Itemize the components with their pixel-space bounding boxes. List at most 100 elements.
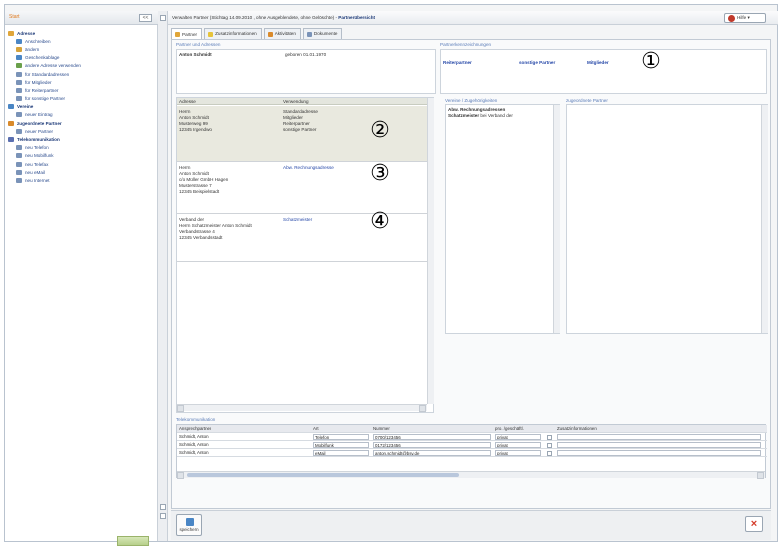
collapse-sidebar-button[interactable]: << [139,14,152,22]
zugeordnete-list [566,104,768,334]
splitter-grip-icon[interactable] [160,504,166,510]
sidebar-item-icon [16,161,22,167]
telekom-cell-typ[interactable]: privat [495,442,541,448]
telekom-row-checkbox[interactable] [547,450,552,456]
sidebar-item[interactable]: Telekommunikation [5,135,155,143]
telekom-row[interactable]: Schmidt, Anton Telefon 0700/123456 privat [177,433,767,441]
tab-2[interactable]: Aktivitäten [263,28,301,39]
telekom-cell-nr[interactable]: 0172/123456 [373,442,491,448]
vereine-item-treasurer[interactable]: Schatzmeister bei Verband der [448,113,513,118]
sidebar-item[interactable]: Adresse [5,29,155,37]
address-list-vscrollbar[interactable] [427,98,434,404]
telekom-row[interactable]: Schmidt, Anton Mobilfunk 0172/123456 privat [177,441,767,449]
partner-section-title: Partner und Adressen [176,42,221,47]
sidebar-item[interactable]: für sonstige Partner [5,95,155,103]
sidebar-item[interactable]: neu Telefax [5,160,155,168]
sidebar-item-icon [16,63,22,69]
sidebar-tree: Adresse Anschreiben ändern Geschenkablage an… [5,29,155,185]
tab-label: Partner [182,31,198,37]
kennz-link-mitglieder[interactable]: Mitglieder [587,60,609,65]
tab-1[interactable]: Zusatzinformationen [204,28,262,39]
tab-label: Zusatzinformationen [215,31,257,36]
zugeordnete-vscrollbar[interactable] [761,105,768,333]
sidebar-item[interactable]: für Mitglieder [5,78,155,86]
vereine-item-billing[interactable]: Abw. Rechnungsadressen [448,107,505,112]
sidebar-item[interactable]: neuer Partner [5,127,155,135]
sidebar-item-icon [16,153,22,159]
address-list-hscrollbar[interactable] [177,404,427,412]
sidebar-item[interactable]: für Reiterpartner [5,86,155,94]
scroll-right-icon[interactable] [419,405,426,412]
vereine-org: bei Verband der [479,113,513,118]
sidebar-item-icon [16,79,22,85]
scroll-thumb[interactable] [187,473,459,477]
telekom-row[interactable]: Schmidt, Anton eMail anton.schmidt@bsv.de p… [177,449,767,457]
kennz-link-sonstige[interactable]: sonstige Partner [519,60,555,65]
address-list: Adresse Verwendung Herrn Anton Schmidt M… [176,97,434,413]
address-usage-link[interactable]: Schatzmeister [283,217,312,223]
kennz-box: Reiterpartner sonstige Partner Mitgliede… [440,49,767,94]
save-button[interactable]: speichern [176,514,202,536]
window-title-prefix: Verwalten Partner (Stichtag 14.09.2010 ,… [172,15,339,20]
telekom-cell-art[interactable]: Mobilfunk [313,442,369,448]
telekom-table-header: Ansprechpartner Art Nummer pro. /geschäf… [177,425,767,433]
address-usage-link[interactable]: Abw. Rechnungsadresse [283,165,334,171]
sidebar-item[interactable]: neuer Eintrag [5,111,155,119]
sidebar-item[interactable]: für Standardadressen [5,70,155,78]
help-button[interactable]: Hilfe ▾ [724,13,766,23]
sidebar-item[interactable]: Vereine [5,103,155,111]
sidebar-item[interactable]: zugeordnete Partner [5,119,155,127]
sidebar-item-label: Adresse [17,30,36,36]
telekom-cell-art[interactable]: Telefon [313,434,369,440]
vereine-vscrollbar[interactable] [553,105,560,333]
sidebar-splitter[interactable] [158,11,168,541]
sidebar-item[interactable]: andere Adresse verwenden [5,62,155,70]
telekom-row-checkbox[interactable] [547,434,552,440]
help-icon [728,15,735,22]
telekom-cell-nr[interactable]: anton.schmidt@bsv.de [373,450,491,456]
scroll-left-icon[interactable] [177,472,184,479]
tab-icon [175,32,180,37]
telekom-cell-name: Schmidt, Anton [179,442,209,447]
marker-4: ④ [370,209,390,234]
sidebar-item[interactable]: neu Internet [5,176,155,184]
sidebar-item[interactable]: Anschreiben [5,37,155,45]
tab-3[interactable]: Dokumente [302,28,343,39]
sidebar-item[interactable]: neu Mobilfunk [5,152,155,160]
sidebar-item-icon [16,96,22,102]
sidebar-item-label: neu Telefax [25,161,49,167]
telekom-cell-nr[interactable]: 0700/123456 [373,434,491,440]
kennz-link-reiterpartner[interactable]: Reiterpartner [443,60,472,65]
kennz-section-title: Partnerkennzeichnungen [440,42,492,47]
marker-3: ③ [370,161,390,186]
sidebar-item-label: für sonstige Partner [25,96,66,102]
telekom-hscrollbar[interactable] [177,471,765,479]
address-usage: Standardadresse Mitglieder Reiterpartner… [283,109,318,132]
close-button[interactable]: × [745,516,763,532]
sidebar-item[interactable]: Geschenkablage [5,54,155,62]
telekom-cell-typ[interactable]: privat [495,434,541,440]
col-header-usage: Verwendung [283,99,309,104]
telekom-cell-typ[interactable]: privat [495,450,541,456]
tab-icon [306,31,312,37]
sidebar-item-icon [8,137,14,143]
telekom-cell-zusatz[interactable] [557,442,761,448]
col-header-ansprechpartner: Ansprechpartner [179,426,212,431]
telekom-cell-art[interactable]: eMail [313,450,369,456]
sidebar-item[interactable]: neu eMail [5,168,155,176]
sidebar-item[interactable]: ändern [5,45,155,53]
sidebar-item-label: Anschreiben [25,38,51,44]
splitter-collapse-icon[interactable] [160,15,166,21]
sidebar-item-icon [16,145,22,151]
sidebar: Start << Adresse Anschreiben ändern Geschen… [5,11,158,546]
sidebar-item-icon [16,55,22,61]
sidebar-item[interactable]: neu Telefon [5,144,155,152]
scroll-left-icon[interactable] [177,405,184,412]
sidebar-item-label: zugeordnete Partner [17,120,62,126]
telekom-cell-zusatz[interactable] [557,450,761,456]
scroll-right-icon[interactable] [757,472,764,479]
splitter-grip-icon[interactable] [160,513,166,519]
col-header-art: Art [313,426,319,431]
telekom-row-checkbox[interactable] [547,442,552,448]
telekom-cell-zusatz[interactable] [557,434,761,440]
